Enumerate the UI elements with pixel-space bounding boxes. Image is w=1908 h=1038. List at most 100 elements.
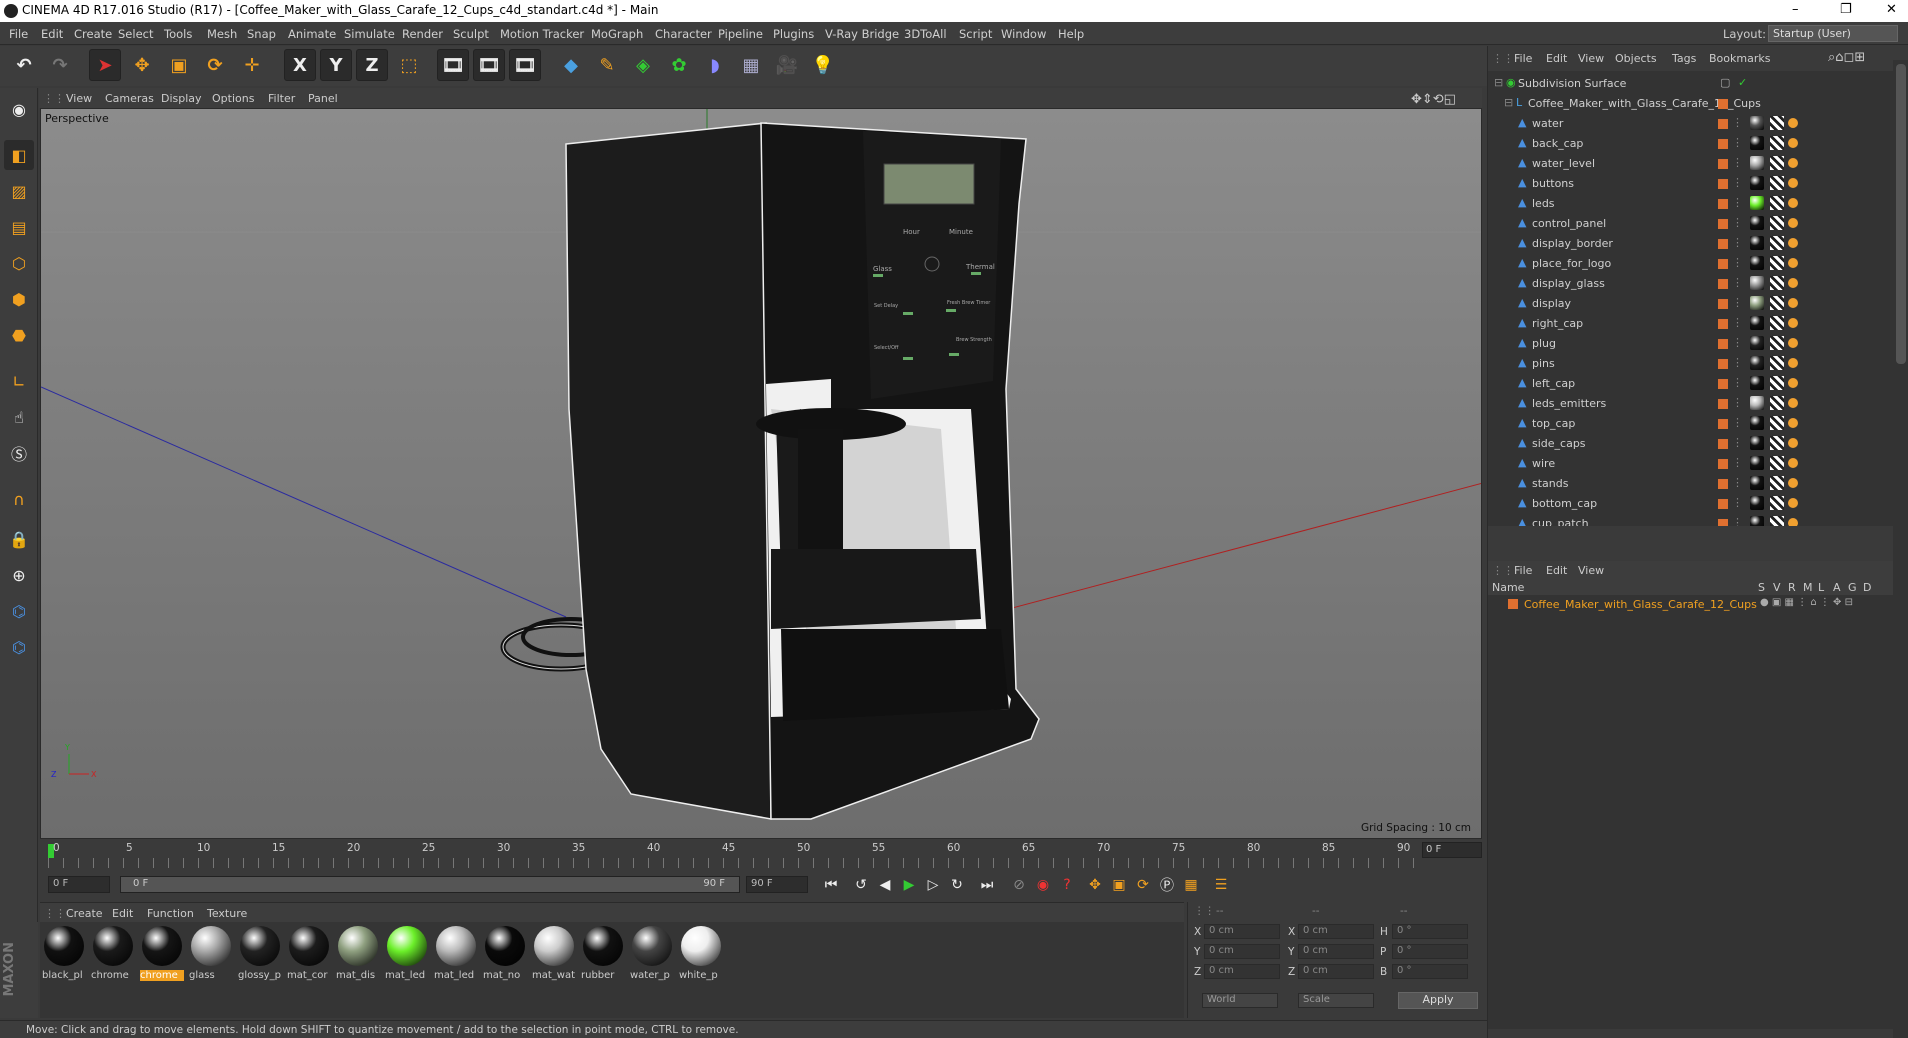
- uvw-tag-icon[interactable]: [1770, 496, 1784, 510]
- minimize-button[interactable]: –: [1792, 2, 1799, 17]
- phong-tag-icon[interactable]: [1788, 438, 1798, 448]
- position-x-field[interactable]: 0 cm: [1204, 924, 1280, 939]
- mat-menu-function[interactable]: Function: [147, 907, 194, 920]
- menu-window[interactable]: Window: [1001, 27, 1046, 41]
- obj-menu-objects[interactable]: Objects: [1615, 52, 1657, 65]
- material-tag-icon[interactable]: [1750, 156, 1764, 170]
- phong-tag-icon[interactable]: [1788, 238, 1798, 248]
- uvw-tag-icon[interactable]: [1770, 376, 1784, 390]
- floor-grid-icon[interactable]: ▦: [735, 49, 767, 81]
- rotate-tool-icon[interactable]: ⟳: [199, 49, 231, 81]
- coordinate-system-icon[interactable]: ⬚: [393, 49, 425, 81]
- material-swatch[interactable]: black_pl: [42, 926, 86, 981]
- end-frame-field[interactable]: 90 F: [746, 876, 808, 893]
- material-tag-icon[interactable]: [1750, 296, 1764, 310]
- key-pla-icon[interactable]: ▦: [1180, 874, 1202, 896]
- list-item[interactable]: ▲ water_level ⋮: [1488, 153, 1893, 173]
- pen-spline-icon[interactable]: ✎: [591, 49, 623, 81]
- visibility-dots-icon[interactable]: ⋮: [1732, 356, 1743, 369]
- record-disabled-icon[interactable]: ⊘: [1008, 874, 1030, 896]
- uvw-tag-icon[interactable]: [1770, 356, 1784, 370]
- menu-mesh[interactable]: Mesh: [207, 27, 237, 41]
- position-z-field[interactable]: 0 cm: [1204, 964, 1280, 979]
- vp-menu-options[interactable]: Options: [212, 92, 254, 105]
- key-position-icon[interactable]: ✥: [1084, 874, 1106, 896]
- material-swatch[interactable]: mat_led: [385, 926, 429, 981]
- visibility-dots-icon[interactable]: ⋮: [1732, 216, 1743, 229]
- autokey-icon[interactable]: ?: [1056, 874, 1078, 896]
- menu-snap[interactable]: Snap: [247, 27, 276, 41]
- next-key-icon[interactable]: ↻: [946, 874, 968, 896]
- menu-3dtoall[interactable]: 3DToAll: [904, 27, 947, 41]
- list-item[interactable]: ▲ water ⋮: [1488, 113, 1893, 133]
- material-swatch[interactable]: water_p: [630, 926, 674, 981]
- obj-menu-view[interactable]: View: [1578, 52, 1604, 65]
- phong-tag-icon[interactable]: [1788, 338, 1798, 348]
- rotation-b-field[interactable]: 0 °: [1392, 964, 1468, 979]
- menu-vray-bridge[interactable]: V-Ray Bridge: [825, 27, 899, 41]
- frame-range-slider[interactable]: 0 F 90 F: [120, 876, 740, 893]
- world-select[interactable]: World: [1202, 993, 1278, 1008]
- material-tag-icon[interactable]: [1750, 496, 1764, 510]
- menu-help[interactable]: Help: [1058, 27, 1084, 41]
- uvw-tag-icon[interactable]: [1770, 136, 1784, 150]
- material-tag-icon[interactable]: [1750, 416, 1764, 430]
- axis-z-button[interactable]: Z: [356, 49, 388, 81]
- mat-menu-create[interactable]: Create: [66, 907, 103, 920]
- material-tag-icon[interactable]: [1750, 316, 1764, 330]
- phong-tag-icon[interactable]: [1788, 158, 1798, 168]
- material-swatch[interactable]: white_p: [679, 926, 723, 981]
- snap-icon[interactable]: Ⓢ: [4, 438, 34, 468]
- light-bulb-icon[interactable]: 💡: [807, 49, 839, 81]
- attr-menu-edit[interactable]: Edit: [1546, 564, 1567, 577]
- layer-row[interactable]: Coffee_Maker_with_Glass_Carafe_12_Cups ●…: [1488, 596, 1893, 612]
- phong-tag-icon[interactable]: [1788, 478, 1798, 488]
- vp-menu-view[interactable]: View: [66, 92, 92, 105]
- material-tag-icon[interactable]: [1750, 336, 1764, 350]
- deformer-icon[interactable]: ◗: [699, 49, 731, 81]
- phong-tag-icon[interactable]: [1788, 458, 1798, 468]
- menu-character[interactable]: Character: [655, 27, 712, 41]
- uvw-tag-icon[interactable]: [1770, 456, 1784, 470]
- uvw-tag-icon[interactable]: [1770, 116, 1784, 130]
- material-swatch[interactable]: glass: [189, 926, 233, 981]
- rotation-p-field[interactable]: 0 °: [1392, 944, 1468, 959]
- uvw-tag-icon[interactable]: [1770, 156, 1784, 170]
- list-item[interactable]: ▲ plug ⋮: [1488, 333, 1893, 353]
- menu-tools[interactable]: Tools: [164, 27, 192, 41]
- material-tag-icon[interactable]: [1750, 176, 1764, 190]
- key-param-icon[interactable]: Ⓟ: [1156, 874, 1178, 896]
- list-item[interactable]: ▲ bottom_cap ⋮: [1488, 493, 1893, 513]
- material-tag-icon[interactable]: [1750, 356, 1764, 370]
- redo-icon[interactable]: ↷: [44, 49, 76, 81]
- obj-menu-tags[interactable]: Tags: [1672, 52, 1696, 65]
- start-frame-field[interactable]: 0 F: [48, 876, 110, 893]
- menu-select[interactable]: Select: [118, 27, 153, 41]
- list-item[interactable]: ▲ wire ⋮: [1488, 453, 1893, 473]
- select-arrow-icon[interactable]: ➤: [89, 49, 121, 81]
- mat-menu-texture[interactable]: Texture: [207, 907, 247, 920]
- menu-motion-tracker[interactable]: Motion Tracker: [500, 27, 584, 41]
- axis-mode-icon[interactable]: ∟: [4, 366, 34, 396]
- visibility-dots-icon[interactable]: ⋮: [1732, 376, 1743, 389]
- texture-mode-icon[interactable]: ▨: [4, 176, 34, 206]
- material-tag-icon[interactable]: [1750, 196, 1764, 210]
- size-z-field[interactable]: 0 cm: [1298, 964, 1374, 979]
- right-scrollbar[interactable]: [1893, 60, 1908, 1038]
- uvw-tag-icon[interactable]: [1770, 176, 1784, 190]
- list-item[interactable]: ▲ control_panel ⋮: [1488, 213, 1893, 233]
- layout-select[interactable]: Startup (User): [1768, 25, 1898, 42]
- material-tag-icon[interactable]: [1750, 136, 1764, 150]
- visibility-dots-icon[interactable]: ⋮: [1732, 336, 1743, 349]
- menu-sculpt[interactable]: Sculpt: [453, 27, 489, 41]
- visibility-dots-icon[interactable]: ⋮: [1732, 396, 1743, 409]
- visibility-dots-icon[interactable]: ⋮: [1732, 176, 1743, 189]
- uvw-tag-icon[interactable]: [1770, 296, 1784, 310]
- object-list[interactable]: ⊟ ◉ Subdivision Surface ▢ ✓ ⊟ L Coffee_M…: [1488, 71, 1893, 526]
- material-tag-icon[interactable]: [1750, 436, 1764, 450]
- uvw-tag-icon[interactable]: [1770, 236, 1784, 250]
- menu-edit[interactable]: Edit: [41, 27, 63, 41]
- attr-menu-file[interactable]: File: [1514, 564, 1532, 577]
- render-view-icon[interactable]: 🎞: [437, 49, 469, 81]
- rotation-h-field[interactable]: 0 °: [1392, 924, 1468, 939]
